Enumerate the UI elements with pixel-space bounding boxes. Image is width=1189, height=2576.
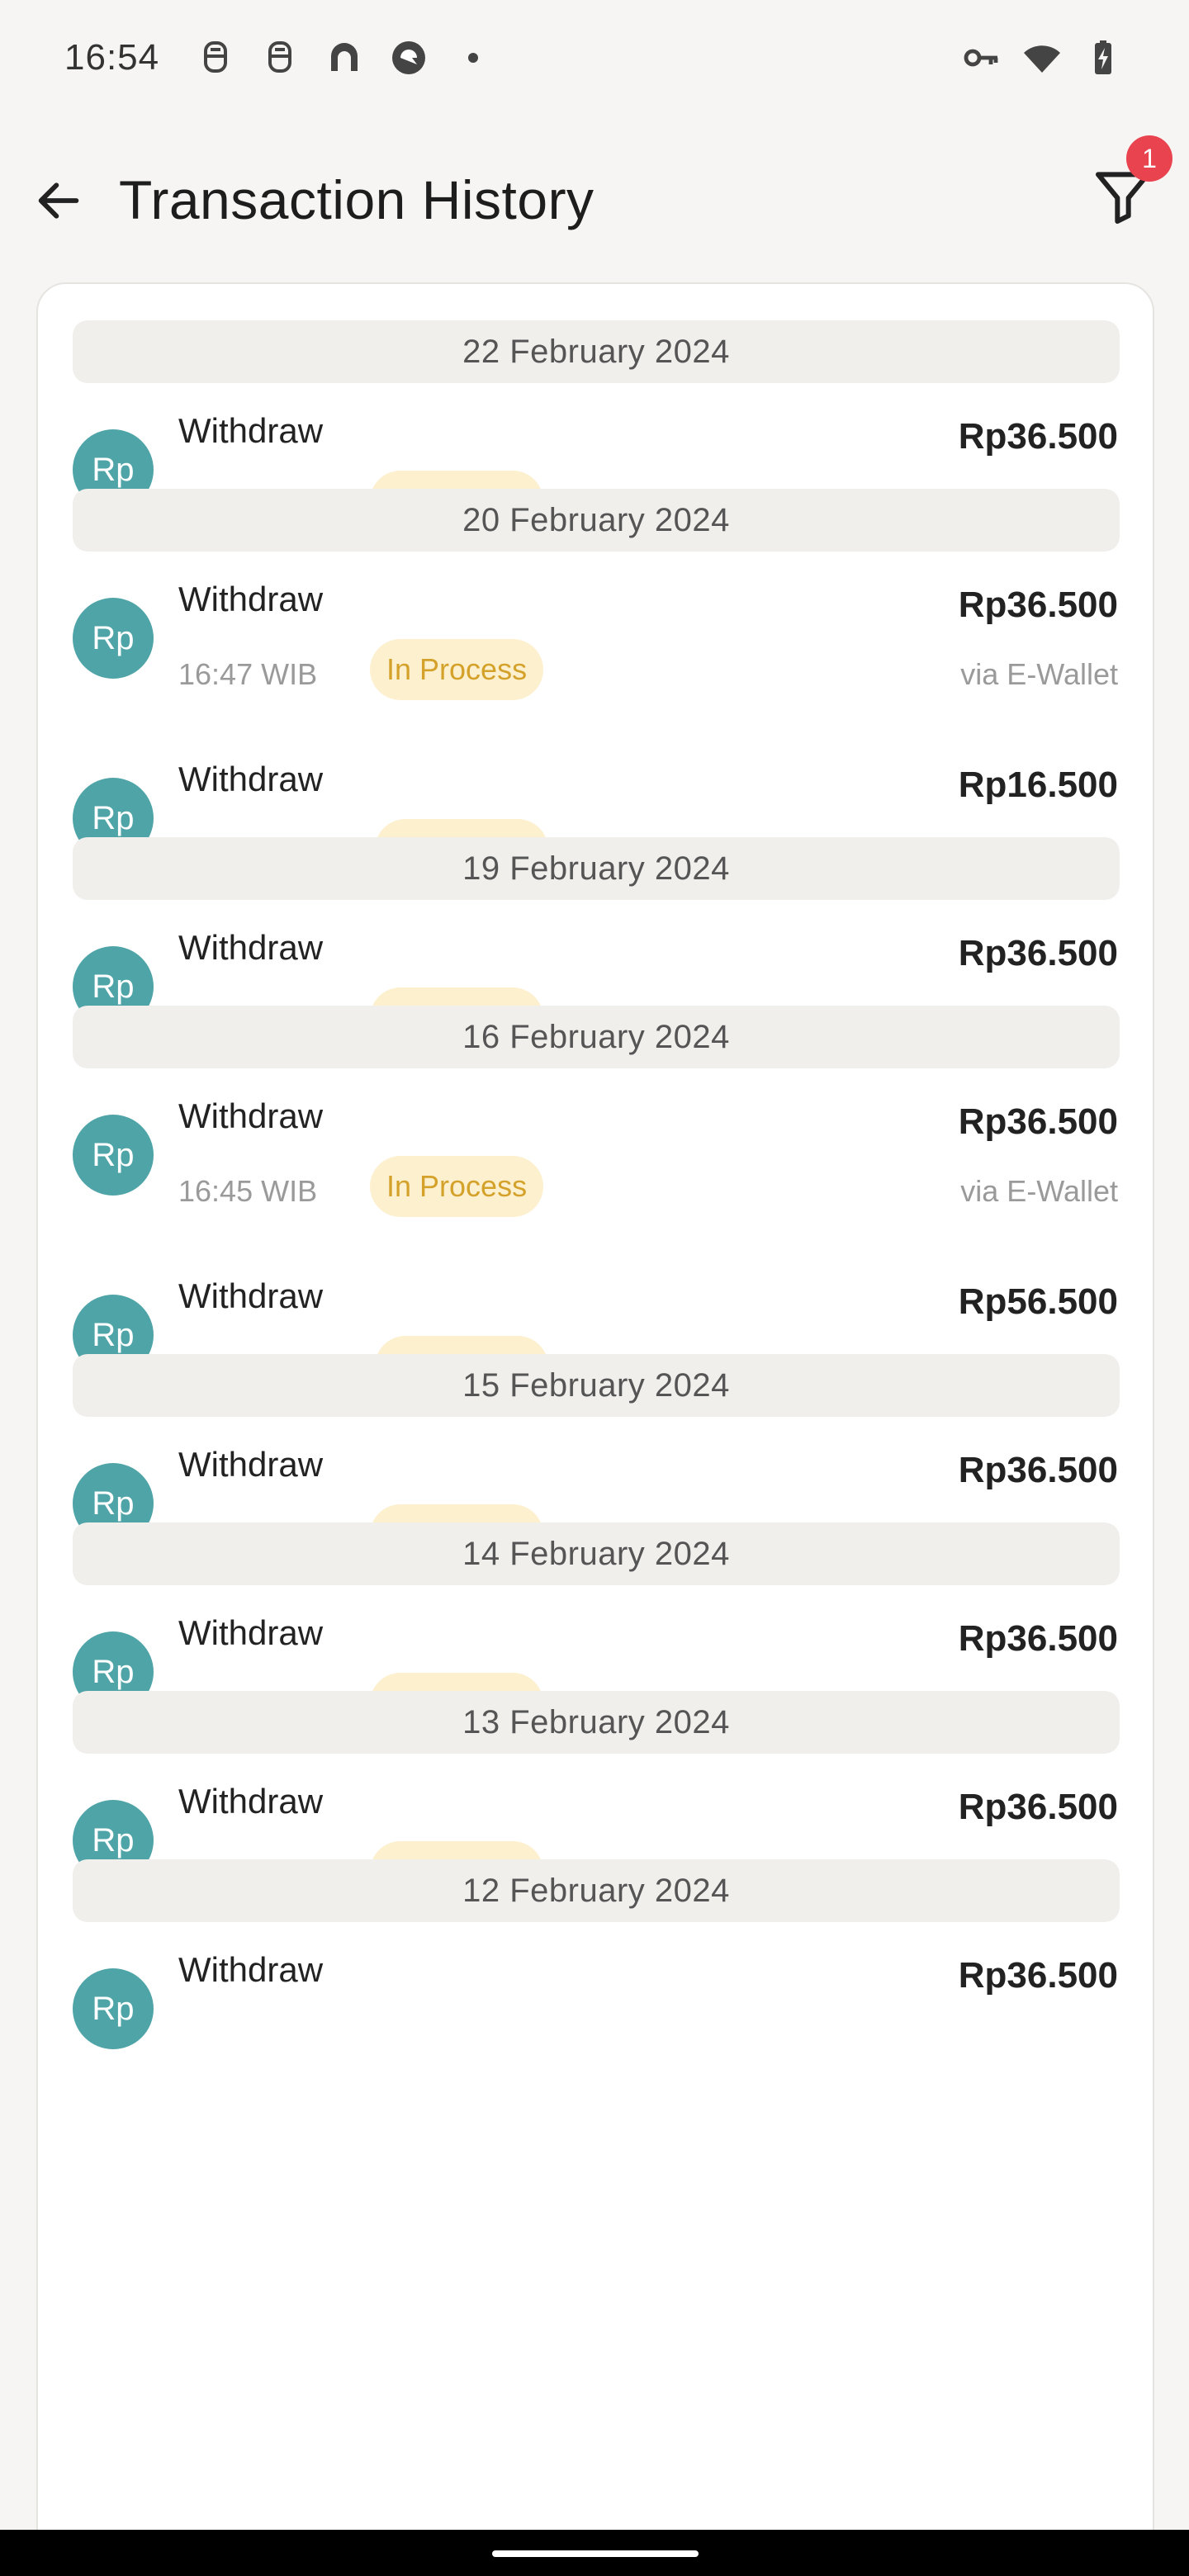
status-badge: In Process <box>370 639 544 700</box>
date-header: 20 February 2024 <box>73 489 1120 552</box>
transaction-amount: Rp56.500 <box>958 1281 1118 1322</box>
status-notification-icons <box>194 36 495 79</box>
transaction-amount: Rp36.500 <box>958 1101 1118 1142</box>
transaction-title: Withdraw <box>178 1950 324 1989</box>
transaction-time: 16:45 WIB <box>178 1174 318 1208</box>
transaction-title: Withdraw <box>178 411 324 450</box>
status-system-icons <box>959 36 1125 79</box>
more-dot-icon <box>452 36 495 79</box>
transaction-title: Withdraw <box>178 1276 324 1315</box>
date-header: 13 February 2024 <box>73 1691 1120 1754</box>
transaction-list-card: 22 February 2024RpWithdraw16:58 WIBIn Pr… <box>36 282 1154 2576</box>
transaction-title: Withdraw <box>178 580 324 618</box>
app-header: Transaction History <box>0 140 1189 264</box>
transaction-title: Withdraw <box>178 1096 324 1135</box>
date-header: 22 February 2024 <box>73 320 1120 383</box>
notification-icon-1 <box>194 36 237 79</box>
payment-method: via E-Wallet <box>960 1174 1118 1208</box>
vpn-key-icon <box>959 36 1002 79</box>
battery-charging-icon <box>1082 36 1125 79</box>
transaction-title: Withdraw <box>178 1613 324 1652</box>
wifi-icon <box>1021 36 1063 79</box>
transaction-time: 16:47 WIB <box>178 657 318 691</box>
arrow-left-icon <box>38 182 79 219</box>
back-button[interactable] <box>23 165 94 236</box>
status-bar: 16:54 <box>0 0 1189 116</box>
transaction-amount: Rp36.500 <box>958 585 1118 625</box>
transaction-amount: Rp36.500 <box>958 933 1118 973</box>
date-header: 19 February 2024 <box>73 837 1120 900</box>
transaction-row[interactable]: Rp Withdraw 16:45 WIB In Process Rp36.500 via… <box>38 1077 1153 1225</box>
status-time: 16:54 <box>64 37 160 78</box>
transaction-amount: Rp36.500 <box>958 1955 1118 1996</box>
home-indicator[interactable] <box>492 2550 699 2557</box>
currency-avatar: Rp <box>73 598 154 679</box>
transaction-title: Withdraw <box>178 928 324 967</box>
app-icon-2 <box>387 36 430 79</box>
notification-icon-2 <box>258 36 301 79</box>
app-icon-1 <box>323 36 366 79</box>
transaction-amount: Rp36.500 <box>958 1450 1118 1490</box>
payment-method: via E-Wallet <box>960 657 1118 691</box>
transaction-row[interactable]: Rp Withdraw 16:47 WIB In Process Rp36.500 via… <box>38 560 1153 708</box>
status-badge: In Process <box>370 1156 544 1217</box>
page-title: Transaction History <box>119 169 594 230</box>
date-header: 15 February 2024 <box>73 1354 1120 1417</box>
date-header: 16 February 2024 <box>73 1006 1120 1068</box>
transaction-amount: Rp16.500 <box>958 765 1118 805</box>
transaction-amount: Rp36.500 <box>958 1618 1118 1659</box>
currency-avatar: Rp <box>73 1968 154 2049</box>
currency-avatar: Rp <box>73 1115 154 1196</box>
transaction-title: Withdraw <box>178 760 324 798</box>
transaction-amount: Rp36.500 <box>958 416 1118 457</box>
transaction-row[interactable]: Rp Withdraw Rp36.500 <box>38 1930 1153 2079</box>
filter-count-badge: 1 <box>1126 135 1172 182</box>
transaction-title: Withdraw <box>178 1445 324 1484</box>
transaction-amount: Rp36.500 <box>958 1787 1118 1827</box>
date-header: 12 February 2024 <box>73 1859 1120 1922</box>
date-header: 14 February 2024 <box>73 1522 1120 1585</box>
transaction-title: Withdraw <box>178 1782 324 1821</box>
